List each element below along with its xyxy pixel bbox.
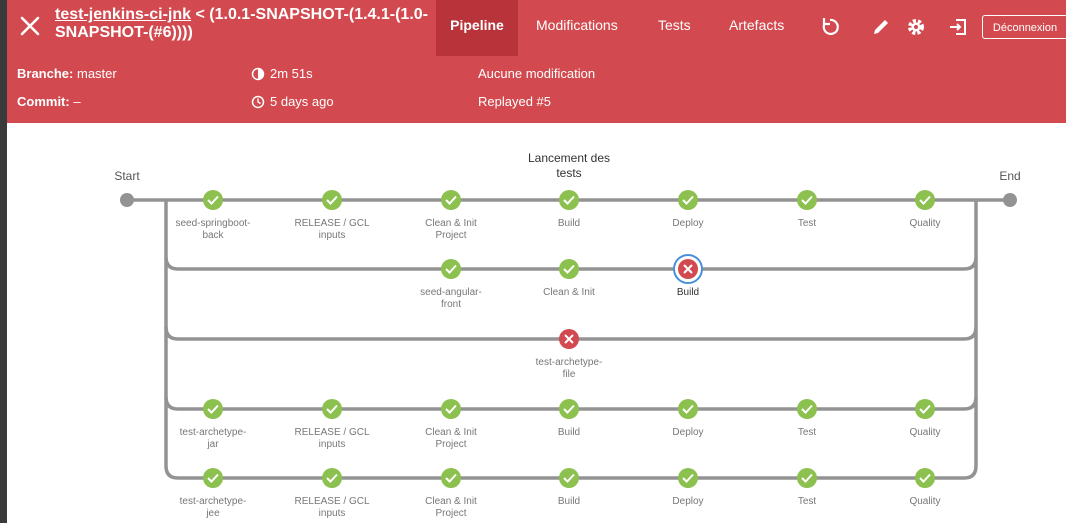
pipeline-graph: Start End Lancement des tests seed-springboo… xyxy=(7,123,1066,523)
stage-label[interactable]: Build xyxy=(558,427,580,438)
stage-success-node[interactable] xyxy=(915,468,935,488)
commit-label: Commit: xyxy=(17,94,70,109)
stage-label[interactable]: Clean & Init Project xyxy=(425,218,477,241)
stage-label[interactable]: Clean & Init Project xyxy=(425,496,477,519)
tab-artefacts[interactable]: Artefacts xyxy=(729,0,784,56)
settings-icon[interactable] xyxy=(905,16,927,38)
end-node xyxy=(1003,193,1017,207)
stage-label[interactable]: seed-springboot-back xyxy=(175,218,250,241)
start-node xyxy=(120,193,134,207)
tab-pipeline[interactable]: Pipeline xyxy=(436,0,518,56)
stage-label[interactable]: Deploy xyxy=(672,496,703,507)
end-label: End xyxy=(999,169,1020,183)
stage-success-node[interactable] xyxy=(559,190,579,210)
stage-label[interactable]: RELEASE / GCL inputs xyxy=(294,496,369,519)
stage-success-node[interactable] xyxy=(322,399,342,419)
stage-title: Lancement des tests xyxy=(528,151,610,180)
tab-modifications[interactable]: Modifications xyxy=(536,0,618,56)
duration-icon xyxy=(251,67,265,81)
stage-label[interactable]: Test xyxy=(798,496,817,507)
close-icon[interactable] xyxy=(17,13,43,39)
stage-success-node[interactable] xyxy=(203,190,223,210)
tab-tests[interactable]: Tests xyxy=(658,0,691,56)
stage-label[interactable]: test-archetype-jee xyxy=(180,496,247,519)
stage-success-node[interactable] xyxy=(797,399,817,419)
top-bar: test-jenkins-ci-jnk < (1.0.1-SNAPSHOT-(1… xyxy=(7,0,1066,56)
duration: 2m 51s xyxy=(270,66,313,81)
stage-success-node[interactable] xyxy=(203,399,223,419)
run-title: test-jenkins-ci-jnk < (1.0.1-SNAPSHOT-(1… xyxy=(55,6,435,42)
job-link[interactable]: test-jenkins-ci-jnk xyxy=(55,6,191,23)
stage-label[interactable]: Clean & Init xyxy=(543,287,595,298)
stage-success-node[interactable] xyxy=(559,399,579,419)
stage-label[interactable]: Clean & Init Project xyxy=(425,427,477,450)
clock-icon xyxy=(251,95,265,109)
logout-icon[interactable] xyxy=(947,16,969,38)
stage-label[interactable]: Quality xyxy=(909,218,940,229)
stage-label[interactable]: Build xyxy=(558,496,580,507)
stage-success-node[interactable] xyxy=(441,259,461,279)
run-cause: Replayed #5 xyxy=(478,94,551,109)
stage-label[interactable]: test-archetype-jar xyxy=(180,427,247,450)
stage-success-node[interactable] xyxy=(322,190,342,210)
stage-success-node[interactable] xyxy=(797,190,817,210)
stage-success-node[interactable] xyxy=(797,468,817,488)
stage-label[interactable]: Test xyxy=(798,427,817,438)
start-label: Start xyxy=(114,169,140,183)
run-info-bar: Branche: master Commit: – 2m 51s 5 days … xyxy=(7,56,1066,123)
stage-label[interactable]: RELEASE / GCL inputs xyxy=(294,218,369,241)
start-time: 5 days ago xyxy=(270,94,334,109)
stage-label[interactable]: test-archetype-file xyxy=(536,357,603,380)
stage-label[interactable]: seed-angular-front xyxy=(420,287,482,310)
branch-label: Branche: xyxy=(17,66,74,81)
commit-info: Commit: – xyxy=(17,94,81,109)
stage-success-node[interactable] xyxy=(678,399,698,419)
stage-label[interactable]: Test xyxy=(798,218,817,229)
stage-success-node[interactable] xyxy=(678,190,698,210)
replay-icon[interactable] xyxy=(819,16,841,38)
stage-label[interactable]: Build xyxy=(558,218,580,229)
stage-success-node[interactable] xyxy=(203,468,223,488)
stage-success-node[interactable] xyxy=(441,190,461,210)
changes: Aucune modification xyxy=(478,66,596,81)
logout-button[interactable]: Déconnexion xyxy=(982,15,1066,39)
pipeline-diagram: Start End Lancement des tests seed-springboo… xyxy=(114,151,1020,519)
stage-label[interactable]: RELEASE / GCL inputs xyxy=(294,427,369,450)
stage-success-node[interactable] xyxy=(678,468,698,488)
edit-icon[interactable] xyxy=(870,16,892,38)
stage-success-node[interactable] xyxy=(915,190,935,210)
stage-success-node[interactable] xyxy=(915,399,935,419)
stage-success-node[interactable] xyxy=(441,399,461,419)
commit-value: – xyxy=(73,94,81,109)
stage-success-node[interactable] xyxy=(559,259,579,279)
stage-label[interactable]: Quality xyxy=(909,496,940,507)
stage-label[interactable]: Deploy xyxy=(672,427,703,438)
stage-success-node[interactable] xyxy=(441,468,461,488)
stage-success-node[interactable] xyxy=(322,468,342,488)
stage-success-node[interactable] xyxy=(559,468,579,488)
branch-info: Branche: master xyxy=(17,66,117,81)
stage-label[interactable]: Quality xyxy=(909,427,940,438)
stage-label[interactable]: Build xyxy=(677,287,699,298)
app-frame: test-jenkins-ci-jnk < (1.0.1-SNAPSHOT-(1… xyxy=(7,0,1066,523)
branch-value: master xyxy=(76,66,117,81)
stage-label[interactable]: Deploy xyxy=(672,218,703,229)
